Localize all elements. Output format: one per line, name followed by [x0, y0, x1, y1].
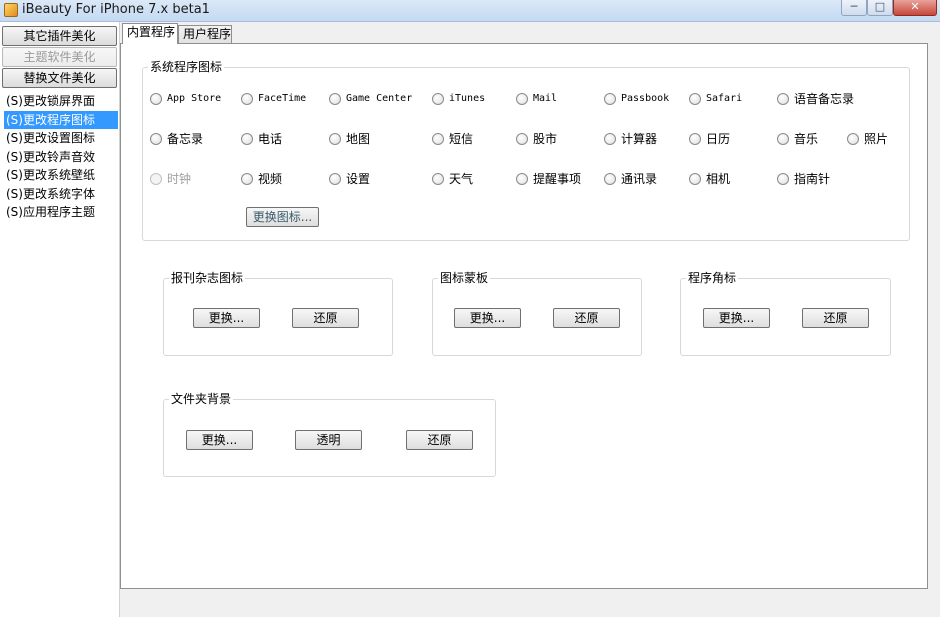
sidebar-item-ringtones[interactable]: (S)更改铃声音效: [4, 148, 118, 167]
radio-dot[interactable]: [604, 133, 616, 145]
newsstand-title: 报刊杂志图标: [169, 270, 246, 286]
folder-background-title: 文件夹背景: [169, 391, 234, 407]
sidebar-item-system-font[interactable]: (S)更改系统字体: [4, 185, 118, 204]
radio-dot[interactable]: [150, 133, 162, 145]
badge-change-button[interactable]: 更换...: [703, 308, 770, 328]
other-plugins-button[interactable]: 其它插件美化: [2, 26, 117, 46]
system-icons-title: 系统程序图标: [148, 59, 225, 75]
radio-dot[interactable]: [241, 173, 253, 185]
tab-panel: 系统程序图标 App Store FaceTime Game Center iT…: [120, 43, 928, 589]
radio-dot[interactable]: [516, 173, 528, 185]
radio-dot[interactable]: [150, 93, 162, 105]
tab-builtin-apps[interactable]: 内置程序: [122, 23, 178, 44]
sidebar-item-wallpaper[interactable]: (S)更改系统壁纸: [4, 166, 118, 185]
radio-dot[interactable]: [847, 133, 859, 145]
system-icons-group: 系统程序图标 App Store FaceTime Game Center iT…: [142, 59, 910, 241]
change-icon-button[interactable]: 更换图标...: [246, 207, 319, 227]
sidebar-item-app-theme[interactable]: (S)应用程序主题: [4, 203, 118, 222]
badge-title: 程序角标: [686, 270, 739, 286]
radio-dot[interactable]: [329, 133, 341, 145]
radio-dot[interactable]: [516, 133, 528, 145]
radio-dot[interactable]: [777, 133, 789, 145]
radio-dot[interactable]: [777, 93, 789, 105]
tab-user-apps[interactable]: 用户程序: [178, 25, 232, 44]
radio-dot[interactable]: [689, 93, 701, 105]
folder-background-change-button[interactable]: 更换...: [186, 430, 253, 450]
sidebar-item-settings-icons[interactable]: (S)更改设置图标: [4, 129, 118, 148]
newsstand-restore-button[interactable]: 还原: [292, 308, 359, 328]
radio-dot[interactable]: [516, 93, 528, 105]
badge-group: 程序角标 更换... 还原: [680, 270, 891, 356]
radio-dot[interactable]: [329, 93, 341, 105]
title-bar: iBeauty For iPhone 7.x beta1 ─ □ ✕: [0, 0, 940, 22]
close-button[interactable]: ✕: [893, 0, 937, 16]
radio-dot[interactable]: [604, 173, 616, 185]
minimize-button[interactable]: ─: [841, 0, 867, 16]
icon-mask-title: 图标蒙板: [438, 270, 491, 286]
icon-mask-restore-button[interactable]: 还原: [553, 308, 620, 328]
radio-dot[interactable]: [689, 133, 701, 145]
radio-dot[interactable]: [432, 173, 444, 185]
folder-background-restore-button[interactable]: 还原: [406, 430, 473, 450]
folder-background-group: 文件夹背景 更换... 透明 还原: [163, 391, 496, 477]
window-title: iBeauty For iPhone 7.x beta1: [22, 2, 210, 17]
folder-background-transparent-button[interactable]: 透明: [295, 430, 362, 450]
replace-files-button[interactable]: 替换文件美化: [2, 68, 117, 88]
icon-mask-change-button[interactable]: 更换...: [454, 308, 521, 328]
radio-dot[interactable]: [432, 133, 444, 145]
radio-dot[interactable]: [777, 173, 789, 185]
radio-dot[interactable]: [689, 173, 701, 185]
radio-dot[interactable]: [241, 133, 253, 145]
newsstand-group: 报刊杂志图标 更换... 还原: [163, 270, 393, 356]
sidebar-item-lockscreen[interactable]: (S)更改锁屏界面: [4, 92, 118, 111]
sidebar-item-app-icons[interactable]: (S)更改程序图标: [4, 110, 118, 129]
newsstand-change-button[interactable]: 更换...: [193, 308, 260, 328]
radio-dot[interactable]: [329, 173, 341, 185]
badge-restore-button[interactable]: 还原: [802, 308, 869, 328]
radio-dot[interactable]: [241, 93, 253, 105]
radio-dot: [150, 173, 162, 185]
sidebar: 其它插件美化 主题软件美化 替换文件美化 (S)更改锁屏界面 (S)更改程序图标…: [0, 22, 120, 617]
icon-mask-group: 图标蒙板 更换... 还原: [432, 270, 642, 356]
app-icon: [4, 3, 18, 17]
theme-software-button: 主题软件美化: [2, 47, 117, 67]
radio-dot[interactable]: [604, 93, 616, 105]
radio-dot[interactable]: [432, 93, 444, 105]
maximize-button[interactable]: □: [867, 0, 893, 16]
sidebar-list: (S)更改锁屏界面 (S)更改程序图标 (S)更改设置图标 (S)更改铃声音效 …: [4, 92, 118, 222]
